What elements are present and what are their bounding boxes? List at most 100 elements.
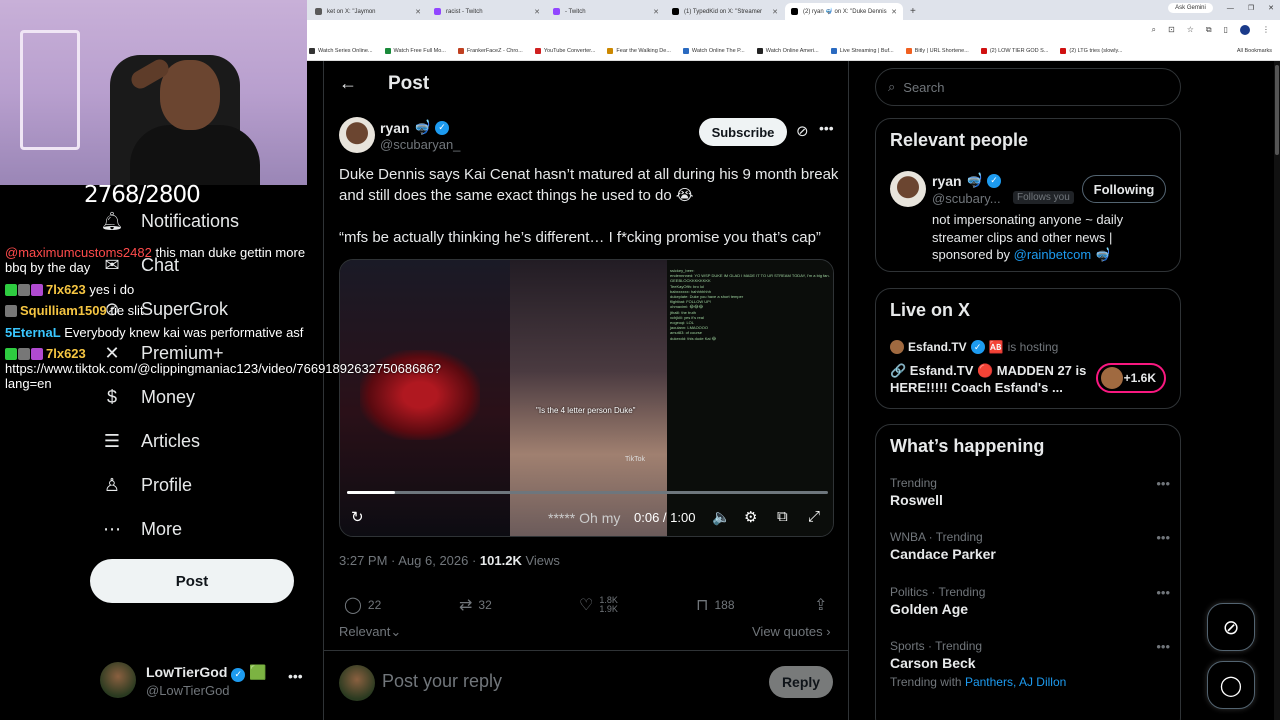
- search-icon: ⌕: [888, 79, 896, 94]
- repost-action[interactable]: ⇄ 32: [459, 595, 492, 615]
- trend-more-icon[interactable]: •••: [1156, 530, 1170, 545]
- trend-more-icon[interactable]: •••: [1156, 639, 1170, 654]
- pip-icon[interactable]: ⧉: [777, 508, 788, 525]
- ask-gemini-button[interactable]: Ask Gemini: [1168, 3, 1213, 13]
- all-bookmarks-button[interactable]: All Bookmarks: [1237, 48, 1272, 54]
- trend-item[interactable]: Trending Roswell •••: [890, 476, 1170, 508]
- video-player[interactable]: ssickey_beer: endennnned: YO WSP DUKE IM …: [339, 259, 834, 537]
- share-action[interactable]: ⇪: [814, 595, 827, 615]
- reply-input[interactable]: Post your reply: [382, 671, 502, 692]
- author-handle[interactable]: @scubaryan_: [380, 137, 460, 152]
- tab-close-icon[interactable]: ✕: [772, 8, 778, 16]
- page-scrollbar[interactable]: [1274, 61, 1280, 720]
- extensions-icon[interactable]: ⧉: [1206, 25, 1212, 35]
- tab-close-icon[interactable]: ✕: [415, 8, 421, 16]
- following-button[interactable]: Following: [1082, 175, 1166, 203]
- menu-icon[interactable]: ⋮: [1262, 25, 1270, 35]
- trend-item[interactable]: Sports · Trending Carson Beck ••• Trending …: [890, 639, 1170, 689]
- subscribe-button[interactable]: Subscribe: [699, 118, 787, 146]
- video-chat-lines: ssickey_beer: endennnned: YO WSP DUKE IM …: [670, 268, 830, 341]
- bookmark-item[interactable]: Watch Series Online...: [309, 48, 373, 54]
- bookmark-item[interactable]: Watch Online Ameri...: [756, 48, 819, 54]
- bookmark-favicon-icon: [980, 48, 987, 54]
- bookmark-label: Watch Series Online...: [318, 48, 373, 54]
- lens-icon[interactable]: ⌕: [1152, 25, 1156, 35]
- bookmark-item[interactable]: Watch Online The P...: [682, 48, 745, 54]
- author-avatar[interactable]: [339, 117, 375, 153]
- chevron-right-icon: ›: [826, 624, 831, 639]
- bookmark-item[interactable]: Fear the Walking De...: [607, 48, 671, 54]
- browser-tab[interactable]: racist - Twitch ✕: [428, 3, 546, 20]
- sidebar-item-notifications[interactable]: 🔔︎ Notifications: [100, 209, 239, 233]
- live-viewers-badge[interactable]: +1.6K: [1096, 363, 1166, 393]
- bio-link[interactable]: @rainbetcom: [1014, 247, 1092, 262]
- relevant-people-panel: Relevant people ryan 🤿 ✓ @scubary... Fol…: [875, 118, 1181, 272]
- author-name[interactable]: ryan 🤿 ✓: [380, 119, 450, 136]
- scrollbar-thumb[interactable]: [1275, 65, 1279, 155]
- volume-icon[interactable]: 🔈: [712, 508, 731, 526]
- browser-tab[interactable]: (1) TypedKid on X: "Streamer ✕: [666, 3, 784, 20]
- tab-close-icon[interactable]: ✕: [653, 8, 659, 16]
- whats-happening-panel: What’s happening Trending Roswell ••• WNBA …: [875, 424, 1181, 720]
- bookmark-item[interactable]: FrankerFaceZ - Chro...: [457, 48, 523, 54]
- bookmark-item[interactable]: Watch Free Full Mo...: [384, 48, 446, 54]
- restore-icon[interactable]: ❐: [1248, 4, 1254, 12]
- minimize-icon[interactable]: —: [1227, 5, 1234, 12]
- reply-button[interactable]: Reply: [769, 666, 833, 698]
- search-input[interactable]: ⌕ Search: [875, 68, 1181, 106]
- bookmark-action[interactable]: ⊓ 188: [696, 595, 735, 615]
- bookmark-item[interactable]: YouTube Converter...: [534, 48, 595, 54]
- live-stream-title[interactable]: 🔗 Esfand.TV 🔴 MADDEN 27 is HERE!!!!! Coa…: [890, 362, 1090, 396]
- post-more-icon[interactable]: •••: [819, 120, 834, 136]
- profile-avatar[interactable]: [1240, 25, 1250, 35]
- trend-item[interactable]: WNBA · Trending Candace Parker •••: [890, 530, 1170, 562]
- trend-item[interactable]: Politics · Trending Golden Age •••: [890, 585, 1170, 617]
- tab-close-icon[interactable]: ✕: [891, 8, 897, 16]
- host-badge: 🆎: [988, 340, 1004, 354]
- post-timestamp[interactable]: 3:27 PM · Aug 6, 2026 ·: [339, 553, 480, 568]
- bookmark-label: Live Streaming | Buf...: [839, 48, 894, 54]
- cast-icon[interactable]: ⊡: [1168, 25, 1175, 35]
- live-host[interactable]: Esfand.TV ✓ 🆎 is hosting: [890, 340, 1058, 354]
- grok-icon[interactable]: ⊘: [796, 122, 809, 140]
- bookmark-item[interactable]: Bitly | URL Shortene...: [905, 48, 969, 54]
- trending-with: Trending with Panthers, AJ Dillon: [890, 675, 1170, 689]
- replay-icon[interactable]: ↻: [351, 508, 364, 526]
- sidepanel-icon[interactable]: ▯: [1224, 25, 1228, 35]
- sidebar-item-profile[interactable]: ♙ Profile: [100, 473, 192, 497]
- close-window-icon[interactable]: ✕: [1268, 4, 1274, 12]
- relevant-person-handle[interactable]: @scubary...: [932, 191, 1001, 206]
- verified-icon: ✓: [435, 120, 450, 135]
- browser-tab[interactable]: - Twitch ✕: [547, 3, 665, 20]
- sidebar-item-articles[interactable]: ☰ Articles: [100, 429, 200, 453]
- tab-close-icon[interactable]: ✕: [534, 8, 540, 16]
- sort-replies-dropdown[interactable]: Relevant⌄: [339, 624, 401, 640]
- messages-float-button[interactable]: ◯: [1207, 661, 1255, 709]
- views-label: Views: [521, 553, 560, 568]
- grok-float-button[interactable]: ⊘: [1207, 603, 1255, 651]
- relevant-person-name[interactable]: ryan 🤿 ✓: [932, 172, 1002, 189]
- reply-action[interactable]: ◯ 22: [344, 595, 381, 615]
- post-button[interactable]: Post: [90, 559, 294, 603]
- video-progress-bar[interactable]: [347, 491, 828, 494]
- browser-tab[interactable]: ket on X: "Jaymon ✕: [309, 3, 427, 20]
- star-icon[interactable]: ☆: [1187, 25, 1194, 35]
- account-switcher[interactable]: LowTierGod ✓ 🟩 @LowTierGod •••: [100, 660, 310, 700]
- new-tab-icon[interactable]: +: [910, 3, 916, 20]
- view-quotes-link[interactable]: View quotes ›: [752, 624, 831, 639]
- trend-more-icon[interactable]: •••: [1156, 476, 1170, 491]
- back-arrow-icon[interactable]: ←: [339, 73, 357, 94]
- browser-tab[interactable]: (2) ryan 🤿 on X: "Duke Dennis ✕: [785, 3, 903, 20]
- post-actions: ◯ 22 ⇄ 32 ♡ 1.8K 1.9K ⊓ 188 ⇪: [339, 595, 834, 615]
- trending-with-links[interactable]: Panthers, AJ Dillon: [965, 675, 1066, 689]
- bookmark-item[interactable]: Live Streaming | Buf...: [830, 48, 894, 54]
- bookmark-item[interactable]: (2) LOW TIER GOD S...: [980, 48, 1048, 54]
- like-action[interactable]: ♡ 1.8K 1.9K: [579, 595, 618, 615]
- fullscreen-icon[interactable]: ⤢: [808, 508, 820, 525]
- relevant-person-avatar[interactable]: [890, 171, 926, 207]
- sidebar-item-more[interactable]: ⋯ More: [100, 517, 182, 541]
- account-more-icon[interactable]: •••: [288, 668, 303, 684]
- settings-gear-icon[interactable]: ⚙: [744, 508, 757, 526]
- trend-more-icon[interactable]: •••: [1156, 585, 1170, 600]
- bookmark-item[interactable]: (2) LTG tries (slowly...: [1060, 48, 1122, 54]
